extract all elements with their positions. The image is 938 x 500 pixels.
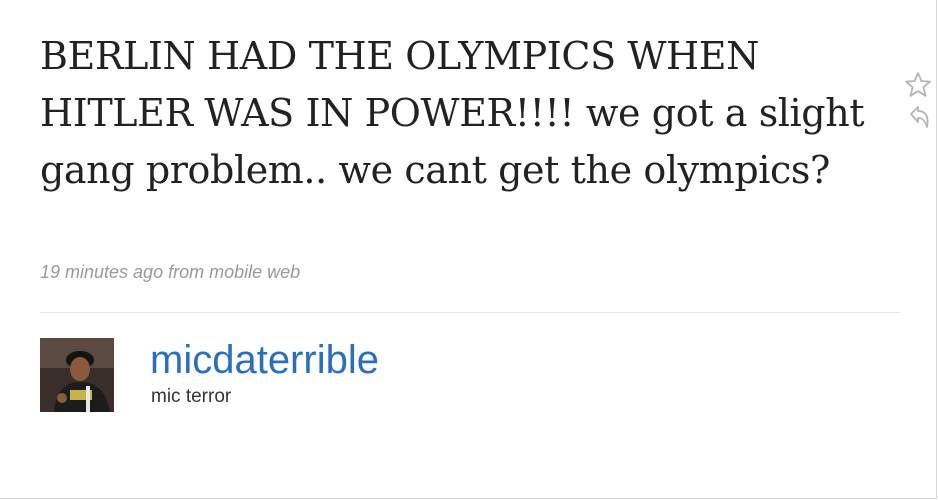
author-avatar[interactable]: [40, 338, 114, 412]
tweet-actions: [903, 70, 938, 134]
author-full-name: mic terror: [151, 386, 232, 407]
avatar-image: [40, 338, 114, 412]
divider: [40, 312, 900, 313]
tweet-text: BERLIN HAD THE OLYMPICS WHEN HITLER WAS …: [40, 34, 865, 192]
author-screen-name-link[interactable]: micdaterrible: [150, 338, 379, 382]
favorite-star-icon[interactable]: [903, 70, 933, 100]
author-block: micdaterrible mic terror: [40, 338, 740, 414]
tweet-timestamp: 19 minutes ago from mobile web: [40, 262, 301, 282]
tweet-card: BERLIN HAD THE OLYMPICS WHEN HITLER WAS …: [0, 0, 937, 499]
reply-arrow-icon[interactable]: [903, 102, 933, 132]
